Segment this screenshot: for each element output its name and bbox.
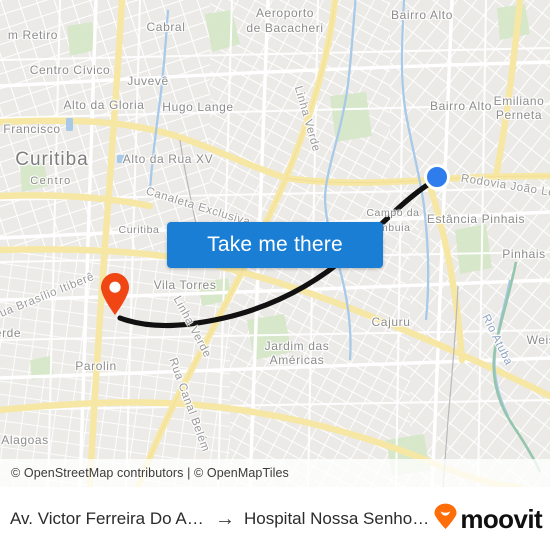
origin-marker-dot[interactable] [424, 164, 450, 190]
route-destination-label: Hospital Nossa Senho… [244, 508, 430, 528]
map-pin-icon [101, 273, 129, 315]
route-origin-label: Av. Victor Ferreira Do Am… [10, 508, 206, 528]
footer-bar: Av. Victor Ferreira Do Am… → Hospital No… [0, 487, 550, 550]
moovit-wordmark: moovit [460, 503, 542, 534]
take-me-there-button[interactable]: Take me there [167, 222, 383, 268]
map-view[interactable]: m Retiro Cabral Aeroporto de Bacacheri Bairr… [0, 0, 550, 487]
moovit-logo[interactable]: moovit [433, 503, 550, 535]
route-summary[interactable]: Av. Victor Ferreira Do Am… → Hospital No… [0, 509, 433, 529]
moovit-pin-icon [433, 503, 458, 535]
arrow-right-icon: → [215, 507, 235, 530]
destination-marker-pin[interactable] [99, 272, 131, 316]
moovit-route-card: m Retiro Cabral Aeroporto de Bacacheri Bairr… [0, 0, 550, 550]
map-attribution-text[interactable]: © OpenStreetMap contributors | © OpenMap… [0, 466, 289, 480]
map-attribution-bar: © OpenStreetMap contributors | © OpenMap… [0, 459, 550, 487]
